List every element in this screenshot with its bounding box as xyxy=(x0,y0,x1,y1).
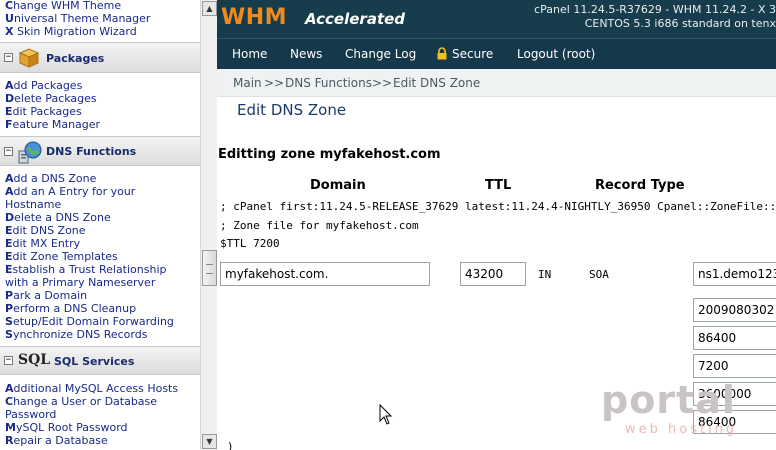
main-content: WHM Accelerated cPanel 11.24.5-R37629 - … xyxy=(217,0,776,450)
sidebar-link-edit-packages[interactable]: Edit Packages xyxy=(5,105,82,118)
page-title: Edit DNS Zone xyxy=(237,101,347,119)
collapse-toggle-icon[interactable]: − xyxy=(4,356,13,365)
sidebar-link-add-packages[interactable]: Add Packages xyxy=(5,79,82,92)
soa-retry-field[interactable]: 7200 xyxy=(693,354,776,378)
section-title-sql-services: SQL Services xyxy=(54,355,135,368)
breadcrumb-separator: >> xyxy=(264,76,285,90)
os-info: CENTOS 5.3 i686 standard on tenx xyxy=(584,17,776,30)
version-info: cPanel 11.24.5-R37629 - WHM 11.24.2 - X … xyxy=(534,3,776,16)
sidebar-link-mysql-access-hosts[interactable]: Additional MySQL Access Hosts xyxy=(5,382,178,395)
sidebar-link-edit-zone-templates[interactable]: Edit Zone Templates xyxy=(5,250,118,263)
breadcrumb-current: Edit DNS Zone xyxy=(393,76,481,90)
nav-change-log[interactable]: Change Log xyxy=(345,47,416,61)
lock-icon xyxy=(437,47,447,60)
section-title-packages: Packages xyxy=(46,52,105,65)
soa-nameserver-field[interactable]: ns1.demo123.com. xyxy=(693,262,776,286)
sidebar-link-change-db-password[interactable]: Change a User or Database xyxy=(5,395,157,408)
soa-expire-field[interactable]: 3600000 xyxy=(693,382,776,406)
column-header-ttl: TTL xyxy=(485,178,512,193)
soa-domain-field[interactable]: myfakehost.com. xyxy=(220,262,430,286)
soa-record-type: SOA xyxy=(589,268,609,281)
sidebar-link-edit-mx-entry[interactable]: Edit MX Entry xyxy=(5,237,80,250)
sidebar-link-dns-cleanup[interactable]: Perform a DNS Cleanup xyxy=(5,302,136,315)
breadcrumb-dns-functions[interactable]: DNS Functions xyxy=(285,76,372,90)
zone-ttl-directive: $TTL 7200 xyxy=(220,237,280,250)
breadcrumb: Main >> DNS Functions >> Edit DNS Zone xyxy=(217,69,776,97)
sidebar-link-feature-manager[interactable]: Feature Manager xyxy=(5,118,100,131)
sidebar-link-synchronize-dns[interactable]: Synchronize DNS Records xyxy=(5,328,147,341)
whm-logo-accelerated: Accelerated xyxy=(305,10,406,28)
nav-logout[interactable]: Logout (root) xyxy=(517,47,595,61)
top-nav: Home News Change Log Secure Logout (root… xyxy=(217,38,776,69)
sidebar-link-skin-migration-wizard[interactable]: X Skin Migration Wizard xyxy=(5,25,137,38)
sidebar-link-repair-database[interactable]: Repair a Database xyxy=(5,434,108,447)
sidebar-link-universal-theme-manager[interactable]: Universal Theme Manager xyxy=(5,12,150,25)
sidebar-link-establish-trust[interactable]: Establish a Trust Relationship xyxy=(5,263,167,276)
sidebar-link-add-dns-zone[interactable]: Add a DNS Zone xyxy=(5,172,96,185)
breadcrumb-separator: >> xyxy=(372,76,393,90)
soa-minimum-field[interactable]: 86400 xyxy=(693,410,776,434)
sidebar-link-delete-dns-zone[interactable]: Delete a DNS Zone xyxy=(5,211,111,224)
section-header-dns-functions[interactable]: − DNS Functions xyxy=(0,136,200,166)
zone-heading: Editting zone myfakehost.com xyxy=(218,147,441,162)
soa-closing-paren: ) xyxy=(227,440,234,450)
sql-icon: SQL xyxy=(18,352,51,368)
header: WHM Accelerated cPanel 11.24.5-R37629 - … xyxy=(217,0,776,38)
sidebar-link-change-db-password-cont[interactable]: Password xyxy=(5,408,56,421)
nav-home[interactable]: Home xyxy=(232,47,267,61)
soa-ttl-field[interactable]: 43200 xyxy=(460,262,526,286)
sidebar-link-park-domain[interactable]: Park a Domain xyxy=(5,289,87,302)
sidebar-link-edit-dns-zone[interactable]: Edit DNS Zone xyxy=(5,224,86,237)
mouse-cursor-icon xyxy=(379,404,393,425)
sidebar-link-add-a-entry[interactable]: Add an A Entry for your xyxy=(5,185,135,198)
sidebar-link-mysql-root-password[interactable]: MySQL Root Password xyxy=(5,421,128,434)
section-title-dns-functions: DNS Functions xyxy=(46,145,137,158)
package-box-icon xyxy=(18,48,40,68)
whm-logo[interactable]: WHM xyxy=(221,5,287,30)
sidebar-link-change-whm-theme[interactable]: Change WHM Theme xyxy=(5,0,121,12)
collapse-toggle-icon[interactable]: − xyxy=(4,53,13,62)
column-header-record-type: Record Type xyxy=(595,178,685,193)
zone-comment-file: ; Zone file for myfakehost.com xyxy=(220,219,419,232)
soa-serial-field[interactable]: 2009080302 xyxy=(693,298,776,322)
scrollbar-thumb[interactable] xyxy=(202,250,217,286)
nav-secure[interactable]: Secure xyxy=(452,47,493,61)
column-header-domain: Domain xyxy=(310,178,366,193)
section-header-sql-services[interactable]: − SQL SQL Services xyxy=(0,346,200,375)
section-header-packages[interactable]: − Packages xyxy=(0,42,200,73)
dns-globe-icon xyxy=(18,141,42,164)
soa-refresh-field[interactable]: 86400 xyxy=(693,326,776,350)
sidebar-link-establish-trust-cont[interactable]: with a Primary Nameserver xyxy=(5,276,155,289)
soa-class: IN xyxy=(538,268,552,281)
sidebar-link-delete-packages[interactable]: Delete Packages xyxy=(5,92,97,105)
breadcrumb-main[interactable]: Main xyxy=(233,76,262,90)
scroll-down-arrow-icon[interactable]: ▼ xyxy=(202,434,217,449)
scroll-up-arrow-icon[interactable]: ▲ xyxy=(202,1,217,16)
sidebar-link-add-a-entry-cont[interactable]: Hostname xyxy=(5,198,61,211)
sidebar: Change WHM Theme Universal Theme Manager… xyxy=(0,0,200,450)
sidebar-scrollbar[interactable]: ▲ ▼ xyxy=(200,0,217,450)
zone-comment-version: ; cPanel first:11.24.5-RELEASE_37629 lat… xyxy=(220,200,776,213)
nav-news[interactable]: News xyxy=(290,47,322,61)
collapse-toggle-icon[interactable]: − xyxy=(4,147,13,156)
sidebar-link-domain-forwarding[interactable]: Setup/Edit Domain Forwarding xyxy=(5,315,174,328)
